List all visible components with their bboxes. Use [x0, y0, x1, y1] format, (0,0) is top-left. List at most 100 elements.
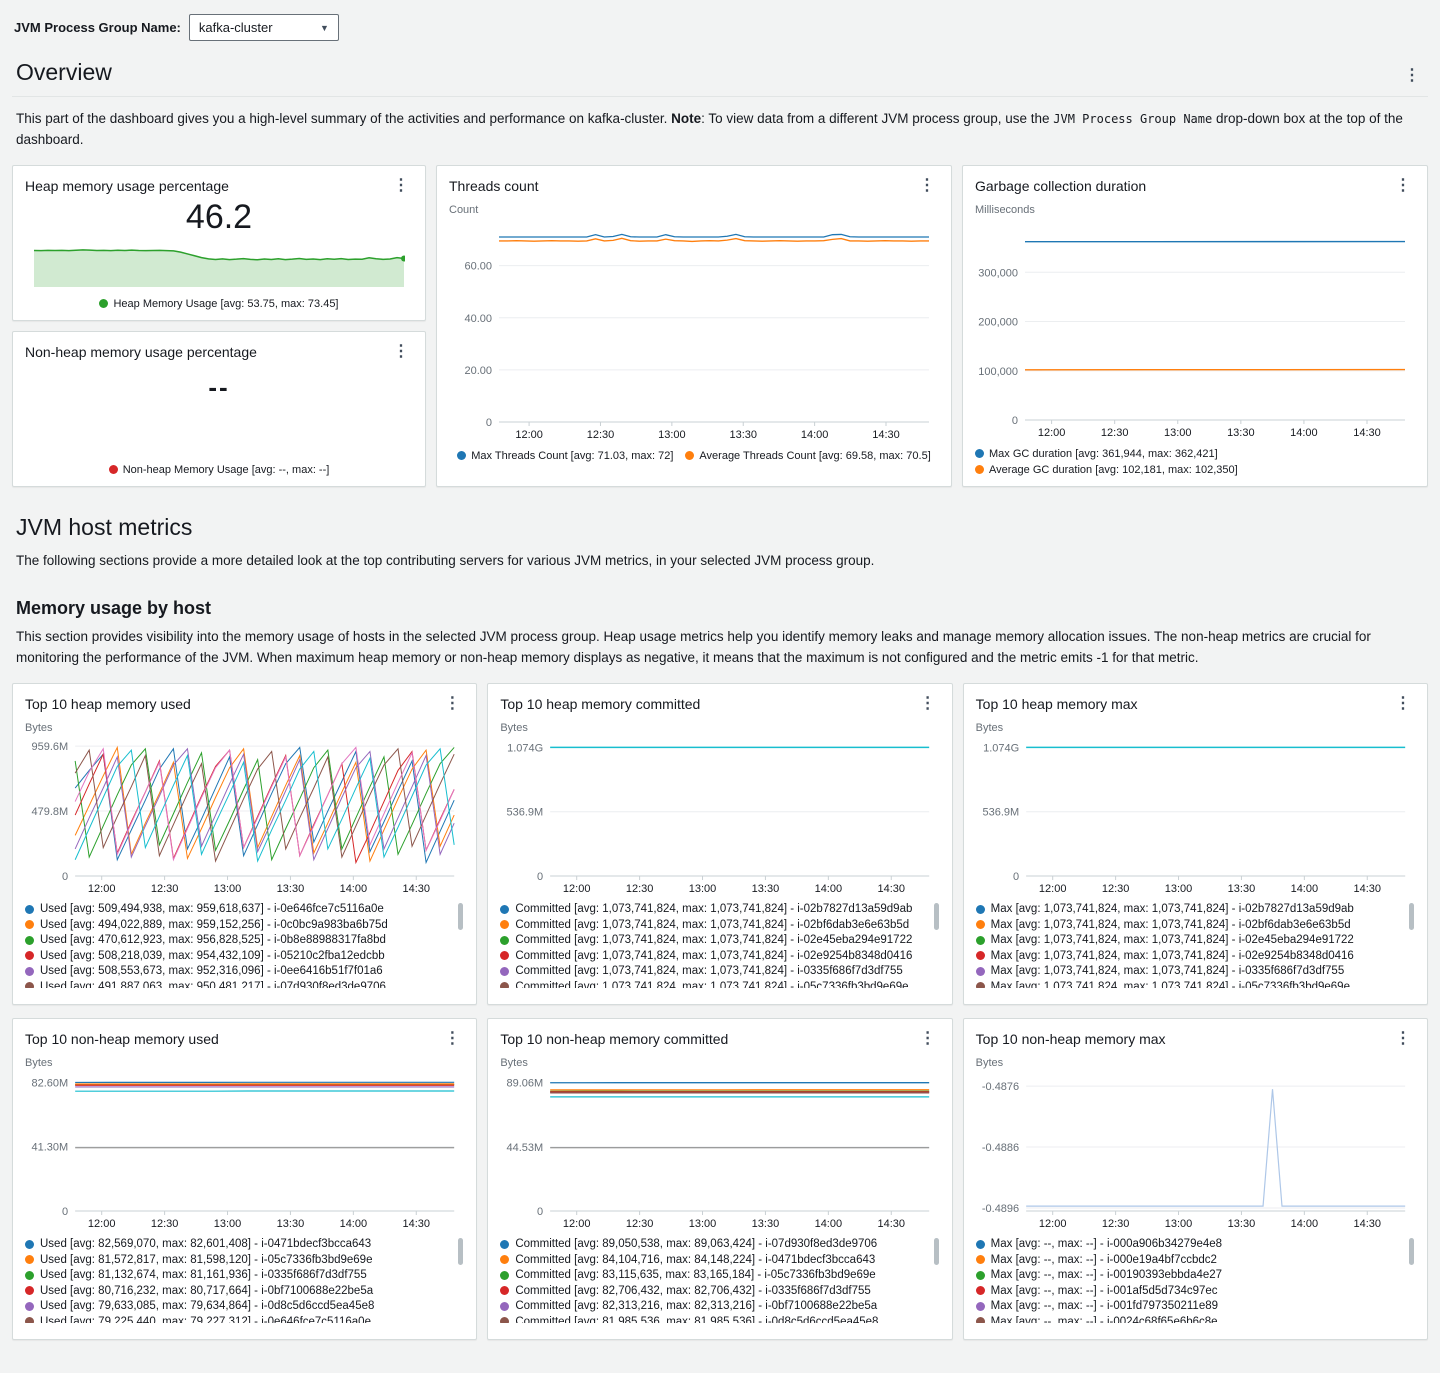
- legend-color-dot: [976, 905, 985, 914]
- threads-count-chart[interactable]: 60.0040.0020.00012:0012:3013:0013:3014:0…: [449, 218, 939, 442]
- svg-text:14:30: 14:30: [402, 883, 430, 895]
- legend-item[interactable]: Max [avg: --, max: --] - i-001fd79735021…: [976, 1299, 1415, 1315]
- widget-title: Top 10 heap memory max: [976, 694, 1138, 714]
- overview-menu-button[interactable]: ⋮: [1400, 66, 1424, 86]
- legend-label: Committed [avg: 1,073,741,824, max: 1,07…: [515, 934, 912, 946]
- legend-item[interactable]: Average GC duration [avg: 102,181, max: …: [975, 464, 1238, 476]
- legend-item[interactable]: Max [avg: --, max: --] - i-00190393ebbda…: [976, 1268, 1415, 1284]
- legend-color-dot: [976, 982, 985, 987]
- legend-color-dot: [25, 951, 34, 960]
- svg-text:12:30: 12:30: [1101, 883, 1129, 895]
- legend: Max GC duration [avg: 361,944, max: 362,…: [975, 448, 1415, 476]
- legend-item[interactable]: Committed [avg: 1,073,741,824, max: 1,07…: [500, 979, 939, 988]
- legend-item[interactable]: Max [avg: 1,073,741,824, max: 1,073,741,…: [976, 964, 1415, 980]
- legend-item[interactable]: Max [avg: 1,073,741,824, max: 1,073,741,…: [976, 902, 1415, 918]
- legend-item[interactable]: Max [avg: --, max: --] - i-0024c68f65e6b…: [976, 1314, 1415, 1323]
- legend-item[interactable]: Used [avg: 508,553,673, max: 952,316,096…: [25, 964, 464, 980]
- widget-header: Top 10 non-heap memory used ⋮: [25, 1029, 464, 1049]
- widget-menu-button[interactable]: ⋮: [389, 176, 413, 196]
- widget-menu-button[interactable]: ⋮: [1391, 694, 1415, 714]
- legend-item[interactable]: Used [avg: 470,612,923, max: 956,828,525…: [25, 933, 464, 949]
- widget-menu-button[interactable]: ⋮: [916, 694, 940, 714]
- legend-color-dot: [976, 967, 985, 976]
- legend-item[interactable]: Committed [avg: 1,073,741,824, max: 1,07…: [500, 917, 939, 933]
- legend-item[interactable]: Used [avg: 80,716,232, max: 80,717,664] …: [25, 1283, 464, 1299]
- legend-item[interactable]: Max [avg: --, max: --] - i-001af5d5d734c…: [976, 1283, 1415, 1299]
- legend-item[interactable]: Used [avg: 79,633,085, max: 79,634,864] …: [25, 1299, 464, 1315]
- legend-item[interactable]: Max [avg: 1,073,741,824, max: 1,073,741,…: [976, 933, 1415, 949]
- legend-item[interactable]: Used [avg: 81,572,817, max: 81,598,120] …: [25, 1252, 464, 1268]
- legend-item[interactable]: Max GC duration [avg: 361,944, max: 362,…: [975, 448, 1218, 460]
- svg-text:60.00: 60.00: [464, 261, 492, 273]
- legend-color-dot: [25, 967, 34, 976]
- legend-item[interactable]: Committed [avg: 82,313,216, max: 82,313,…: [500, 1299, 939, 1315]
- svg-text:13:00: 13:00: [689, 1218, 717, 1230]
- legend-item[interactable]: Max [avg: 1,073,741,824, max: 1,073,741,…: [976, 979, 1415, 988]
- widget-menu-button[interactable]: ⋮: [389, 342, 413, 362]
- legend-item[interactable]: Used [avg: 494,022,889, max: 959,152,256…: [25, 917, 464, 933]
- svg-text:13:00: 13:00: [1164, 1218, 1192, 1230]
- legend-item[interactable]: Max [avg: 1,073,741,824, max: 1,073,741,…: [976, 948, 1415, 964]
- widget-menu-button[interactable]: ⋮: [440, 1029, 464, 1049]
- nonheap-max-chart[interactable]: -0.4876-0.4886-0.489612:0012:3013:0013:3…: [976, 1071, 1415, 1231]
- nonheap-used-chart[interactable]: 82.60M41.30M012:0012:3013:0013:3014:0014…: [25, 1071, 464, 1231]
- legend-scrollbar[interactable]: [458, 903, 463, 930]
- legend-scrollbar[interactable]: [458, 1238, 463, 1265]
- legend-item[interactable]: Committed [avg: 81,985,536, max: 81,985,…: [500, 1314, 939, 1323]
- heap-used-chart[interactable]: 959.6M479.8M012:0012:3013:0013:3014:0014…: [25, 736, 464, 896]
- svg-text:12:00: 12:00: [1039, 883, 1067, 895]
- legend-item[interactable]: Committed [avg: 1,073,741,824, max: 1,07…: [500, 948, 939, 964]
- legend-color-dot: [500, 1317, 509, 1322]
- legend-item[interactable]: Max [avg: --, max: --] - i-000a906b34279…: [976, 1237, 1415, 1253]
- legend-item[interactable]: Max [avg: --, max: --] - i-000e19a4bf7cc…: [976, 1252, 1415, 1268]
- legend-item[interactable]: Committed [avg: 1,073,741,824, max: 1,07…: [500, 902, 939, 918]
- legend-item[interactable]: Used [avg: 508,218,039, max: 954,432,109…: [25, 948, 464, 964]
- legend-item[interactable]: Committed [avg: 89,050,538, max: 89,063,…: [500, 1237, 939, 1253]
- legend-scrollbar[interactable]: [934, 1238, 939, 1265]
- legend-item[interactable]: Committed [avg: 1,073,741,824, max: 1,07…: [500, 964, 939, 980]
- svg-text:12:00: 12:00: [1038, 427, 1066, 439]
- nonheap-committed-chart[interactable]: 89.06M44.53M012:0012:3013:0013:3014:0014…: [500, 1071, 939, 1231]
- legend-item[interactable]: Used [avg: 491,887,063, max: 950,481,217…: [25, 979, 464, 988]
- legend-color-dot: [99, 299, 108, 308]
- legend-color-dot: [25, 1271, 34, 1280]
- process-group-dropdown[interactable]: kafka-cluster ▼: [189, 14, 339, 41]
- legend-item[interactable]: Heap Memory Usage [avg: 53.75, max: 73.4…: [99, 298, 338, 310]
- legend-scrollbar[interactable]: [1409, 903, 1414, 930]
- legend-scrollbar[interactable]: [1409, 1238, 1414, 1265]
- legend-item[interactable]: Committed [avg: 83,115,635, max: 83,165,…: [500, 1268, 939, 1284]
- legend-item[interactable]: Used [avg: 79,225,440, max: 79,227,312] …: [25, 1314, 464, 1323]
- legend-item[interactable]: Used [avg: 82,569,070, max: 82,601,408] …: [25, 1237, 464, 1253]
- legend-item[interactable]: Committed [avg: 84,104,716, max: 84,148,…: [500, 1252, 939, 1268]
- widget-menu-button[interactable]: ⋮: [915, 176, 939, 196]
- widget-heap-usage-percentage: Heap memory usage percentage ⋮ 46.2 Heap…: [12, 165, 426, 321]
- legend-item[interactable]: Committed [avg: 1,073,741,824, max: 1,07…: [500, 933, 939, 949]
- legend-item[interactable]: Non-heap Memory Usage [avg: --, max: --]: [109, 464, 330, 476]
- legend-label: Used [avg: 81,132,674, max: 81,161,936] …: [40, 1269, 367, 1281]
- legend-item[interactable]: Committed [avg: 82,706,432, max: 82,706,…: [500, 1283, 939, 1299]
- process-group-label: JVM Process Group Name:: [14, 20, 181, 35]
- y-axis-unit-label: Milliseconds: [975, 204, 1415, 216]
- overview-desc-code: JVM Process Group Name: [1053, 112, 1212, 126]
- gc-duration-chart[interactable]: 300,000200,000100,000012:0012:3013:0013:…: [975, 218, 1415, 440]
- heap-usage-sparkline-chart[interactable]: [33, 239, 405, 290]
- legend-item[interactable]: Average Threads Count [avg: 69.58, max: …: [685, 450, 930, 462]
- legend-item[interactable]: Used [avg: 81,132,674, max: 81,161,936] …: [25, 1268, 464, 1284]
- legend-scrollbar[interactable]: [934, 903, 939, 930]
- svg-text:100,000: 100,000: [978, 366, 1018, 378]
- legend-color-dot: [109, 465, 118, 474]
- legend-label: Max [avg: 1,073,741,824, max: 1,073,741,…: [991, 950, 1354, 962]
- legend-label: Average Threads Count [avg: 69.58, max: …: [699, 450, 930, 462]
- widget-menu-button[interactable]: ⋮: [440, 694, 464, 714]
- legend-label: Max [avg: --, max: --] - i-0024c68f65e6b…: [991, 1316, 1218, 1323]
- svg-text:0: 0: [1012, 415, 1018, 427]
- heap-max-chart[interactable]: 1.074G536.9M012:0012:3013:0013:3014:0014…: [976, 736, 1415, 896]
- legend-item[interactable]: Used [avg: 509,494,938, max: 959,618,637…: [25, 902, 464, 918]
- widget-menu-button[interactable]: ⋮: [916, 1029, 940, 1049]
- widget-menu-button[interactable]: ⋮: [1391, 1029, 1415, 1049]
- heap-committed-chart[interactable]: 1.074G536.9M012:0012:3013:0013:3014:0014…: [500, 736, 939, 896]
- legend-color-dot: [25, 1240, 34, 1249]
- widget-menu-button[interactable]: ⋮: [1391, 176, 1415, 196]
- legend-item[interactable]: Max [avg: 1,073,741,824, max: 1,073,741,…: [976, 917, 1415, 933]
- legend-item[interactable]: Max Threads Count [avg: 71.03, max: 72]: [457, 450, 673, 462]
